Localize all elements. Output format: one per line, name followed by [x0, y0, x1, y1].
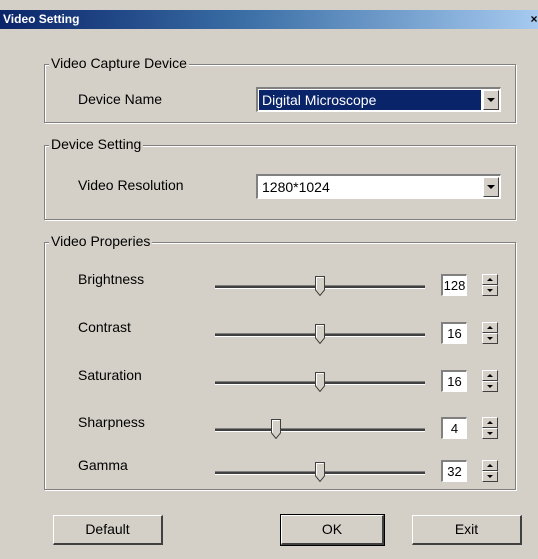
slider-thumb-saturation[interactable] — [315, 372, 325, 392]
spin-up-icon[interactable] — [482, 274, 498, 285]
spin-up-icon[interactable] — [482, 322, 498, 333]
exit-button[interactable]: Exit — [412, 515, 522, 545]
title-bar[interactable]: Video Setting × — [0, 10, 538, 29]
device-name-select[interactable]: Digital Microscope — [256, 87, 501, 112]
close-icon[interactable]: × — [528, 12, 538, 26]
group-label: Device Setting — [49, 136, 144, 152]
slider-thumb-contrast[interactable] — [315, 324, 325, 344]
property-label-contrast: Contrast — [78, 319, 131, 335]
property-label-saturation: Saturation — [78, 367, 142, 383]
video-resolution-select[interactable]: 1280*1024 — [256, 174, 501, 199]
property-label-gamma: Gamma — [78, 457, 128, 473]
spin-down-icon[interactable] — [482, 333, 498, 344]
property-label-brightness: Brightness — [78, 271, 145, 287]
spin-buttons[interactable] — [482, 460, 498, 482]
slider-thumb-gamma[interactable] — [315, 462, 325, 482]
chevron-down-icon[interactable] — [483, 90, 499, 110]
spin-buttons[interactable] — [482, 417, 498, 439]
video-setting-dialog: Video Setting × Video Capture Device Dev… — [0, 0, 538, 559]
device-name-label: Device Name — [78, 91, 163, 107]
spin-up-icon[interactable] — [482, 370, 498, 381]
spin-down-icon[interactable] — [482, 285, 498, 296]
spin-buttons[interactable] — [482, 274, 498, 296]
spin-buttons[interactable] — [482, 322, 498, 344]
spin-down-icon[interactable] — [482, 428, 498, 439]
property-label-sharpness: Sharpness — [78, 414, 145, 430]
slider-thumb-brightness[interactable] — [315, 276, 325, 296]
chevron-down-icon[interactable] — [483, 177, 499, 197]
window-title: Video Setting — [3, 12, 80, 26]
video-resolution-label: Video Resolution — [78, 177, 184, 193]
group-label: Video Properies — [49, 233, 153, 249]
video-resolution-value: 1280*1024 — [262, 179, 330, 195]
group-label: Video Capture Device — [49, 55, 189, 71]
slider-thumb-sharpness[interactable] — [270, 419, 281, 439]
property-value-saturation[interactable]: 16 — [441, 370, 467, 392]
spin-down-icon[interactable] — [482, 381, 498, 392]
device-name-value: Digital Microscope — [259, 90, 481, 110]
property-value-contrast[interactable]: 16 — [441, 322, 467, 344]
property-value-sharpness[interactable]: 4 — [441, 417, 467, 439]
slider-track[interactable] — [215, 428, 425, 432]
spin-down-icon[interactable] — [482, 471, 498, 482]
default-button[interactable]: Default — [53, 515, 163, 545]
ok-button[interactable]: OK — [280, 514, 385, 546]
spin-buttons[interactable] — [482, 370, 498, 392]
spin-up-icon[interactable] — [482, 460, 498, 471]
spin-up-icon[interactable] — [482, 417, 498, 428]
property-value-brightness[interactable]: 128 — [441, 274, 467, 296]
property-value-gamma[interactable]: 32 — [441, 460, 467, 482]
